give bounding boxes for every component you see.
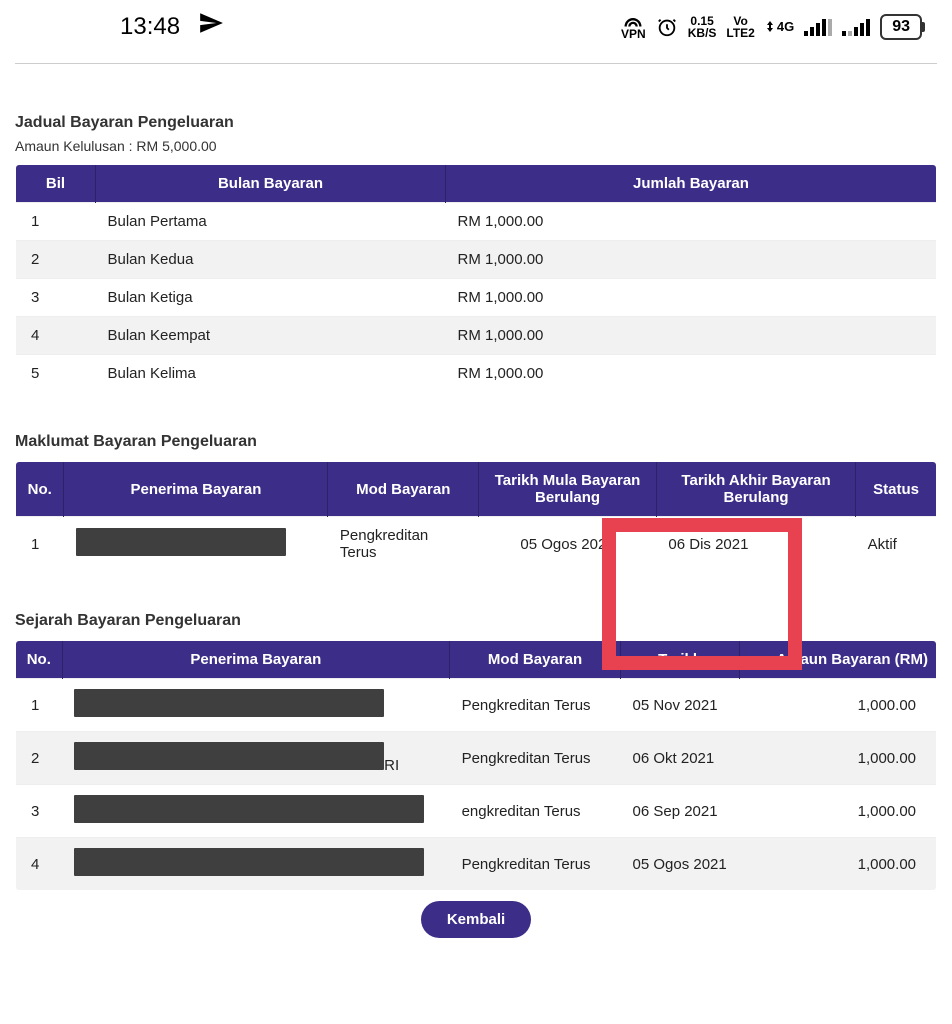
col-bil: Bil: [16, 165, 96, 203]
col-status: Status: [856, 462, 937, 517]
status-bar: 13:48 VPN 0.15 KB/S Vo LTE2 4G 9: [0, 0, 952, 53]
col-jumlah: Jumlah Bayaran: [446, 165, 937, 203]
network-4g: 4G: [765, 20, 794, 34]
table-row: 4 Pengkreditan Terus 05 Ogos 2021 1,000.…: [16, 838, 937, 891]
volte-indicator: Vo LTE2: [726, 15, 754, 39]
col-tarikh: Tarikh: [621, 641, 740, 679]
table-row: 3Bulan KetigaRM 1,000.00: [16, 279, 937, 317]
section1-title: Jadual Bayaran Pengeluaran: [15, 114, 937, 132]
col-amaun: Amaun Bayaran (RM): [740, 641, 937, 679]
table-row: 1 Pengkreditan Terus 05 Ogos 2021 06 Dis…: [16, 517, 937, 572]
col-penerima: Penerima Bayaran: [64, 462, 328, 517]
col-bulan: Bulan Bayaran: [96, 165, 446, 203]
redacted-block: [74, 742, 384, 770]
payment-history-table: No. Penerima Bayaran Mod Bayaran Tarikh …: [15, 640, 937, 891]
divider: [15, 63, 937, 64]
table-row: 2 RI Pengkreditan Terus 06 Okt 2021 1,00…: [16, 732, 937, 785]
col-no: No.: [16, 641, 63, 679]
section2-title: Maklumat Bayaran Pengeluaran: [15, 433, 937, 451]
status-right: VPN 0.15 KB/S Vo LTE2 4G 93: [621, 14, 922, 40]
status-time: 13:48: [120, 13, 180, 41]
approval-amount: Amaun Kelulusan : RM 5,000.00: [15, 138, 937, 154]
table-row: 1Bulan PertamaRM 1,000.00: [16, 203, 937, 241]
button-row: Kembali: [15, 901, 937, 938]
table-row: 5Bulan KelimaRM 1,000.00: [16, 355, 937, 393]
col-no: No.: [16, 462, 64, 517]
alarm-icon: [656, 16, 678, 38]
signal-bars-2: [842, 18, 870, 36]
col-mula: Tarikh Mula Bayaran Berulang: [479, 462, 657, 517]
table-row: 4Bulan KeempatRM 1,000.00: [16, 317, 937, 355]
col-akhir: Tarikh Akhir Bayaran Berulang: [656, 462, 855, 517]
battery-indicator: 93: [880, 14, 922, 40]
payment-schedule-table: Bil Bulan Bayaran Jumlah Bayaran 1Bulan …: [15, 164, 937, 393]
page-content: Jadual Bayaran Pengeluaran Amaun Kelulus…: [0, 63, 952, 938]
table-row: 1 Pengkreditan Terus 05 Nov 2021 1,000.0…: [16, 679, 937, 732]
col-penerima: Penerima Bayaran: [62, 641, 449, 679]
redacted-block: [74, 689, 384, 717]
status-left: 13:48: [120, 10, 224, 43]
data-rate: 0.15 KB/S: [688, 15, 717, 39]
redacted-block: [74, 795, 424, 823]
table-row: 3 engkreditan Terus 06 Sep 2021 1,000.00: [16, 785, 937, 838]
vpn-icon: VPN: [621, 14, 646, 40]
signal-bars-1: [804, 18, 832, 36]
col-mod: Mod Bayaran: [450, 641, 621, 679]
table-row: 2Bulan KeduaRM 1,000.00: [16, 241, 937, 279]
payment-info-table: No. Penerima Bayaran Mod Bayaran Tarikh …: [15, 461, 937, 572]
send-icon: [198, 10, 224, 43]
back-button[interactable]: Kembali: [421, 901, 531, 938]
redacted-block: [76, 528, 286, 556]
section3-title: Sejarah Bayaran Pengeluaran: [15, 612, 937, 630]
redacted-block: [74, 848, 424, 876]
col-mod: Mod Bayaran: [328, 462, 479, 517]
